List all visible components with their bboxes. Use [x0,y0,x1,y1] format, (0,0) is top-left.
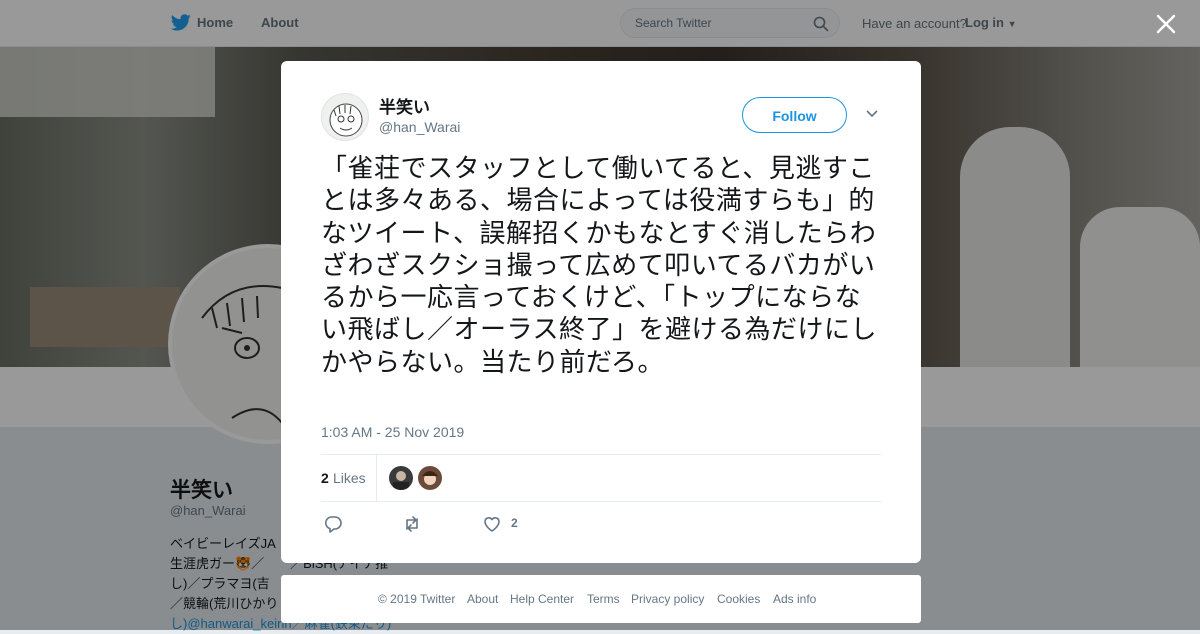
modal-footer: © 2019 Twitter About Help Center Terms P… [281,575,921,623]
tweet-author-handle[interactable]: @han_Warai [379,119,460,135]
like-action-count[interactable]: 2 [511,516,518,530]
footer-ads-info-link[interactable]: Ads info [773,592,816,606]
tweet-text: 「雀荘でスタッフとして働いてると、見逃すことは多々ある、場合によっては役満すらも… [321,154,877,378]
likes-count[interactable]: 2 [321,470,329,486]
tweet-permalink-modal: 半笑い @han_Warai Follow 「雀荘でスタッフとして働いてると、見… [281,61,921,563]
liker-avatar[interactable] [418,466,442,490]
footer-terms-link[interactable]: Terms [587,592,620,606]
liker-avatar-image [422,471,438,485]
divider [321,501,881,502]
heart-icon[interactable] [482,514,502,534]
avatar-drawing [329,103,363,137]
reply-icon[interactable] [323,514,343,534]
tweet-author-avatar[interactable] [321,93,369,141]
footer-copyright[interactable]: © 2019 Twitter [378,592,455,606]
footer-cookies-link[interactable]: Cookies [717,592,760,606]
tweet-timestamp[interactable]: 1:03 AM - 25 Nov 2019 [321,424,464,440]
close-icon[interactable] [1154,12,1178,36]
likes-label[interactable]: Likes [333,470,366,486]
footer-about-link[interactable]: About [467,592,498,606]
tweet-author-name[interactable]: 半笑い [379,93,430,118]
liker-avatar-image [393,471,409,490]
follow-button[interactable]: Follow [742,97,847,133]
liker-avatar[interactable] [389,466,413,490]
overlay-dim-top [0,0,1200,47]
chevron-down-icon[interactable] [865,109,879,119]
divider [376,455,377,501]
footer-help-center-link[interactable]: Help Center [510,592,574,606]
retweet-icon[interactable] [402,514,422,534]
divider [321,454,881,455]
footer-privacy-link[interactable]: Privacy policy [631,592,704,606]
